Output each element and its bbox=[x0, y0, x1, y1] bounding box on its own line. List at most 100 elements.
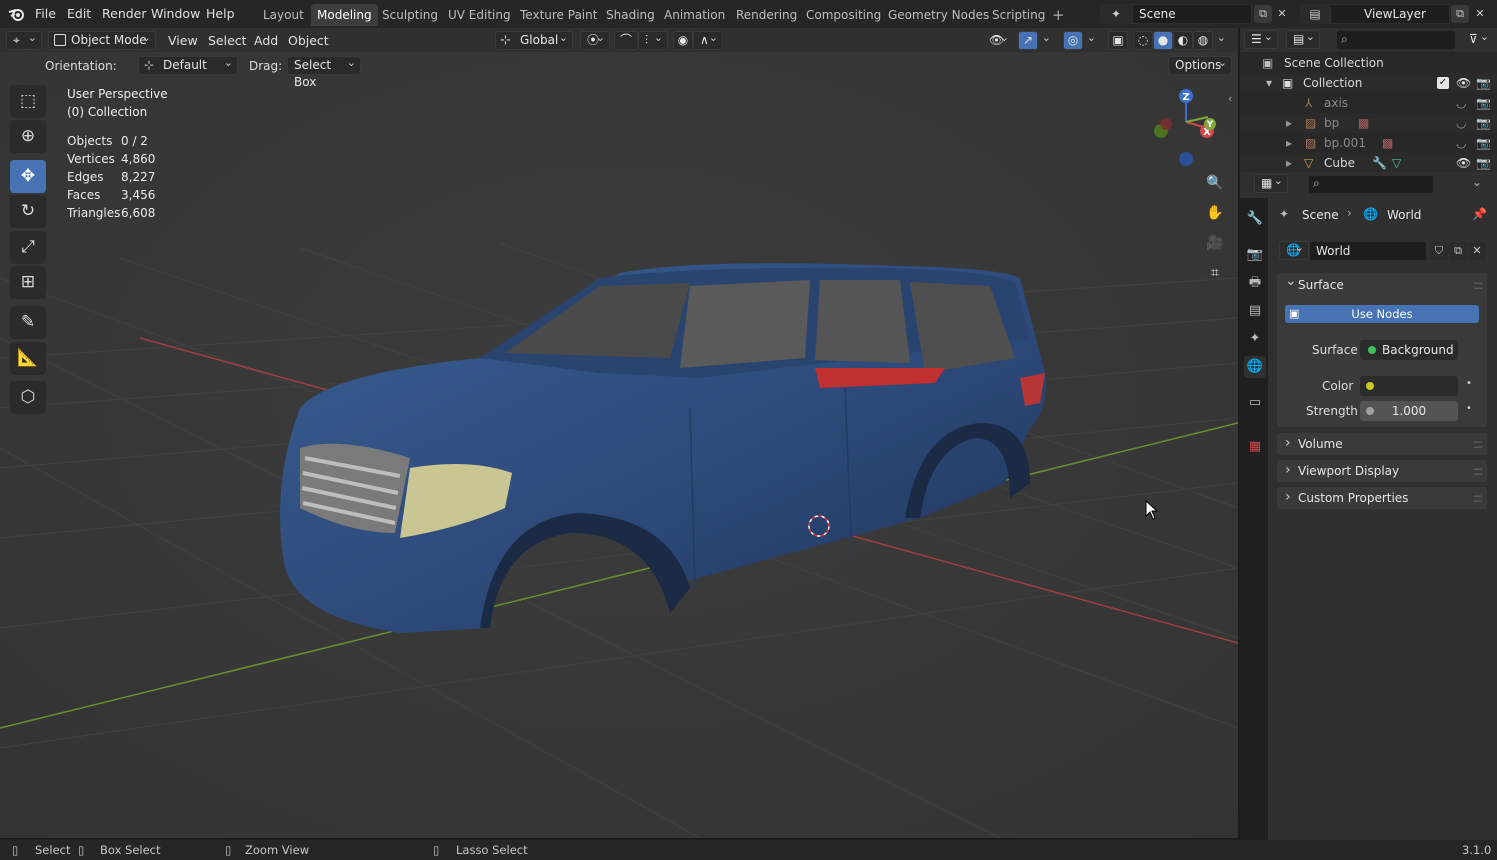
eye-icon[interactable]: 👁 bbox=[1456, 153, 1471, 173]
breadcrumb-world[interactable]: World bbox=[1387, 208, 1421, 222]
tab-layout[interactable]: Layout bbox=[257, 4, 310, 26]
tab-geometry-nodes[interactable]: Geometry Nodes bbox=[882, 4, 995, 26]
outliner-row-cube[interactable]: ▸ ▽ Cube 🔧 ▽ 👁 📷 bbox=[1240, 153, 1497, 173]
strength-field[interactable]: 1.000 bbox=[1360, 401, 1458, 421]
custom-properties-panel-header[interactable]: Custom Properties :::: bbox=[1277, 486, 1487, 509]
view-layer-field[interactable]: ViewLayer bbox=[1330, 4, 1450, 24]
rendered-shading-icon[interactable]: ◍ bbox=[1193, 31, 1213, 50]
tool-tab-icon[interactable]: 🔧 bbox=[1244, 208, 1266, 230]
menu-help[interactable]: Help bbox=[206, 0, 235, 28]
camera-icon[interactable]: 📷 bbox=[1476, 113, 1491, 133]
new-scene-icon[interactable]: ⧉ bbox=[1254, 5, 1272, 23]
outliner-row-collection[interactable]: ▾ ▣ Collection ✓ 👁 📷 bbox=[1240, 73, 1497, 93]
surface-panel-header[interactable]: Surface :::: bbox=[1277, 269, 1487, 297]
add-workspace-button[interactable]: + bbox=[1046, 4, 1071, 26]
exclude-checkbox[interactable]: ✓ bbox=[1437, 77, 1449, 89]
remove-scene-icon[interactable]: ✕ bbox=[1273, 5, 1291, 23]
menu-add[interactable]: Add bbox=[254, 31, 278, 50]
pan-icon[interactable]: ✋ bbox=[1203, 201, 1227, 225]
scale-icon[interactable]: ⤢ bbox=[10, 231, 46, 264]
new-view-layer-icon[interactable]: ⧉ bbox=[1451, 5, 1469, 23]
3d-viewport[interactable]: ⌖ Object Mode View Select Add Object Glo… bbox=[0, 28, 1238, 838]
collection-tab-icon[interactable]: ▭ bbox=[1244, 392, 1266, 414]
use-nodes-button[interactable]: ▣ Use Nodes bbox=[1285, 305, 1479, 323]
camera-view-icon[interactable]: 🎥 bbox=[1203, 231, 1227, 255]
view-layer-icon[interactable]: ▤ bbox=[1300, 4, 1330, 24]
world-name-field[interactable]: World bbox=[1309, 241, 1427, 261]
tab-compositing[interactable]: Compositing bbox=[800, 4, 887, 26]
visibility-icon[interactable]: 👁 bbox=[982, 29, 1014, 50]
new-world-icon[interactable]: ⧉ bbox=[1449, 242, 1467, 260]
collapse-toggle-icon[interactable]: ▾ bbox=[1266, 73, 1272, 93]
rotate-icon[interactable]: ↻ bbox=[10, 195, 46, 228]
outliner-row-scene-collection[interactable]: ▣ Scene Collection bbox=[1240, 53, 1497, 73]
outliner-editor-type-icon[interactable]: ☰ bbox=[1244, 28, 1278, 49]
expand-toggle-icon[interactable]: ▸ bbox=[1286, 113, 1292, 133]
pivot-point-icon[interactable]: ⦿ bbox=[580, 29, 610, 50]
snap-target-icon[interactable]: ⫶ bbox=[638, 29, 668, 50]
expand-toggle-icon[interactable]: ▸ bbox=[1286, 133, 1292, 153]
wireframe-shading-icon[interactable]: ◌ bbox=[1133, 31, 1153, 50]
camera-icon[interactable]: 📷 bbox=[1476, 133, 1491, 153]
properties-options-icon[interactable]: ⌄ bbox=[1472, 175, 1482, 189]
breadcrumb-scene[interactable]: Scene bbox=[1302, 208, 1339, 222]
world-tab-icon[interactable]: 🌐 bbox=[1244, 356, 1266, 378]
menu-file[interactable]: File bbox=[35, 0, 56, 28]
solid-shading-icon[interactable]: ● bbox=[1153, 31, 1173, 50]
scene-tab-icon[interactable]: ✦ bbox=[1244, 328, 1266, 350]
menu-edit[interactable]: Edit bbox=[67, 0, 91, 28]
tab-texture-paint[interactable]: Texture Paint bbox=[514, 4, 603, 26]
outliner-row-bp001[interactable]: ▸ ▨ bp.001 ▩ ◡ 📷 bbox=[1240, 133, 1497, 153]
properties-editor-type-icon[interactable]: ▦ bbox=[1254, 172, 1288, 193]
scene-icon[interactable]: ✦ bbox=[1100, 4, 1132, 24]
texture-tab-icon[interactable]: ▦ bbox=[1244, 436, 1266, 458]
pin-icon[interactable]: 📌 bbox=[1472, 207, 1487, 221]
eye-closed-icon[interactable]: ◡ bbox=[1456, 113, 1466, 133]
keyframe-dot-icon[interactable]: • bbox=[1466, 378, 1472, 389]
keyframe-dot-icon[interactable]: • bbox=[1466, 403, 1472, 414]
measure-icon[interactable]: 📐 bbox=[10, 342, 46, 375]
menu-window[interactable]: Window bbox=[151, 0, 200, 28]
snap-icon[interactable]: ⌒ bbox=[614, 31, 638, 50]
output-tab-icon[interactable]: 🖶 bbox=[1244, 272, 1266, 294]
proportional-edit-icon[interactable]: ◉ bbox=[673, 31, 693, 50]
fake-user-icon[interactable]: ⛉ bbox=[1430, 242, 1448, 260]
color-field[interactable] bbox=[1360, 376, 1458, 396]
tab-uv-editing[interactable]: UV Editing bbox=[442, 4, 517, 26]
select-box-icon[interactable]: ⬚ bbox=[10, 85, 46, 118]
drag-grip-icon[interactable]: :::: bbox=[1473, 487, 1483, 509]
drag-selector[interactable]: Select Box bbox=[287, 54, 361, 89]
view-layer-tab-icon[interactable]: ▤ bbox=[1244, 300, 1266, 322]
falloff-icon[interactable]: ∧ bbox=[693, 29, 723, 50]
tab-rendering[interactable]: Rendering bbox=[730, 4, 803, 26]
menu-render[interactable]: Render bbox=[102, 0, 147, 28]
filter-icon[interactable]: ⊽ bbox=[1462, 28, 1494, 49]
eye-closed-icon[interactable]: ◡ bbox=[1456, 133, 1466, 153]
blender-logo-icon[interactable] bbox=[8, 6, 26, 22]
move-icon[interactable]: ✥ bbox=[10, 160, 46, 193]
render-tab-icon[interactable]: 📷 bbox=[1244, 244, 1266, 266]
menu-view[interactable]: View bbox=[168, 31, 198, 50]
remove-view-layer-icon[interactable]: ✕ bbox=[1471, 5, 1489, 23]
menu-object[interactable]: Object bbox=[288, 31, 329, 50]
unlink-world-icon[interactable]: ✕ bbox=[1468, 242, 1486, 260]
gizmo-toggle-icon[interactable]: ↗ bbox=[1018, 31, 1038, 50]
display-mode-icon[interactable]: ▤ bbox=[1286, 28, 1320, 49]
drag-grip-icon[interactable]: :::: bbox=[1473, 433, 1483, 455]
cursor-icon[interactable]: ⊕ bbox=[10, 120, 46, 153]
overlays-toggle-icon[interactable]: ◎ bbox=[1063, 31, 1083, 50]
xray-toggle-icon[interactable]: ▣ bbox=[1108, 31, 1128, 50]
surface-shader-selector[interactable]: Background bbox=[1360, 340, 1458, 360]
volume-panel-header[interactable]: Volume :::: bbox=[1277, 432, 1487, 455]
drag-grip-icon[interactable]: :::: bbox=[1473, 460, 1483, 482]
properties-search-input[interactable] bbox=[1308, 175, 1434, 194]
material-shading-icon[interactable]: ◐ bbox=[1173, 31, 1193, 50]
transform-icon[interactable]: ⊞ bbox=[10, 266, 46, 299]
shading-dropdown-icon[interactable] bbox=[1213, 29, 1231, 50]
gizmo-dropdown-icon[interactable] bbox=[1038, 29, 1056, 50]
outliner-search-input[interactable] bbox=[1336, 30, 1456, 50]
sidebar-toggle-icon[interactable]: ‹ bbox=[1228, 92, 1232, 105]
outliner-row-axis[interactable]: ⅄ axis ◡ 📷 bbox=[1240, 93, 1497, 113]
perspective-toggle-icon[interactable]: ⌗ bbox=[1203, 261, 1227, 285]
add-cube-icon[interactable]: ⬡ bbox=[10, 381, 46, 414]
